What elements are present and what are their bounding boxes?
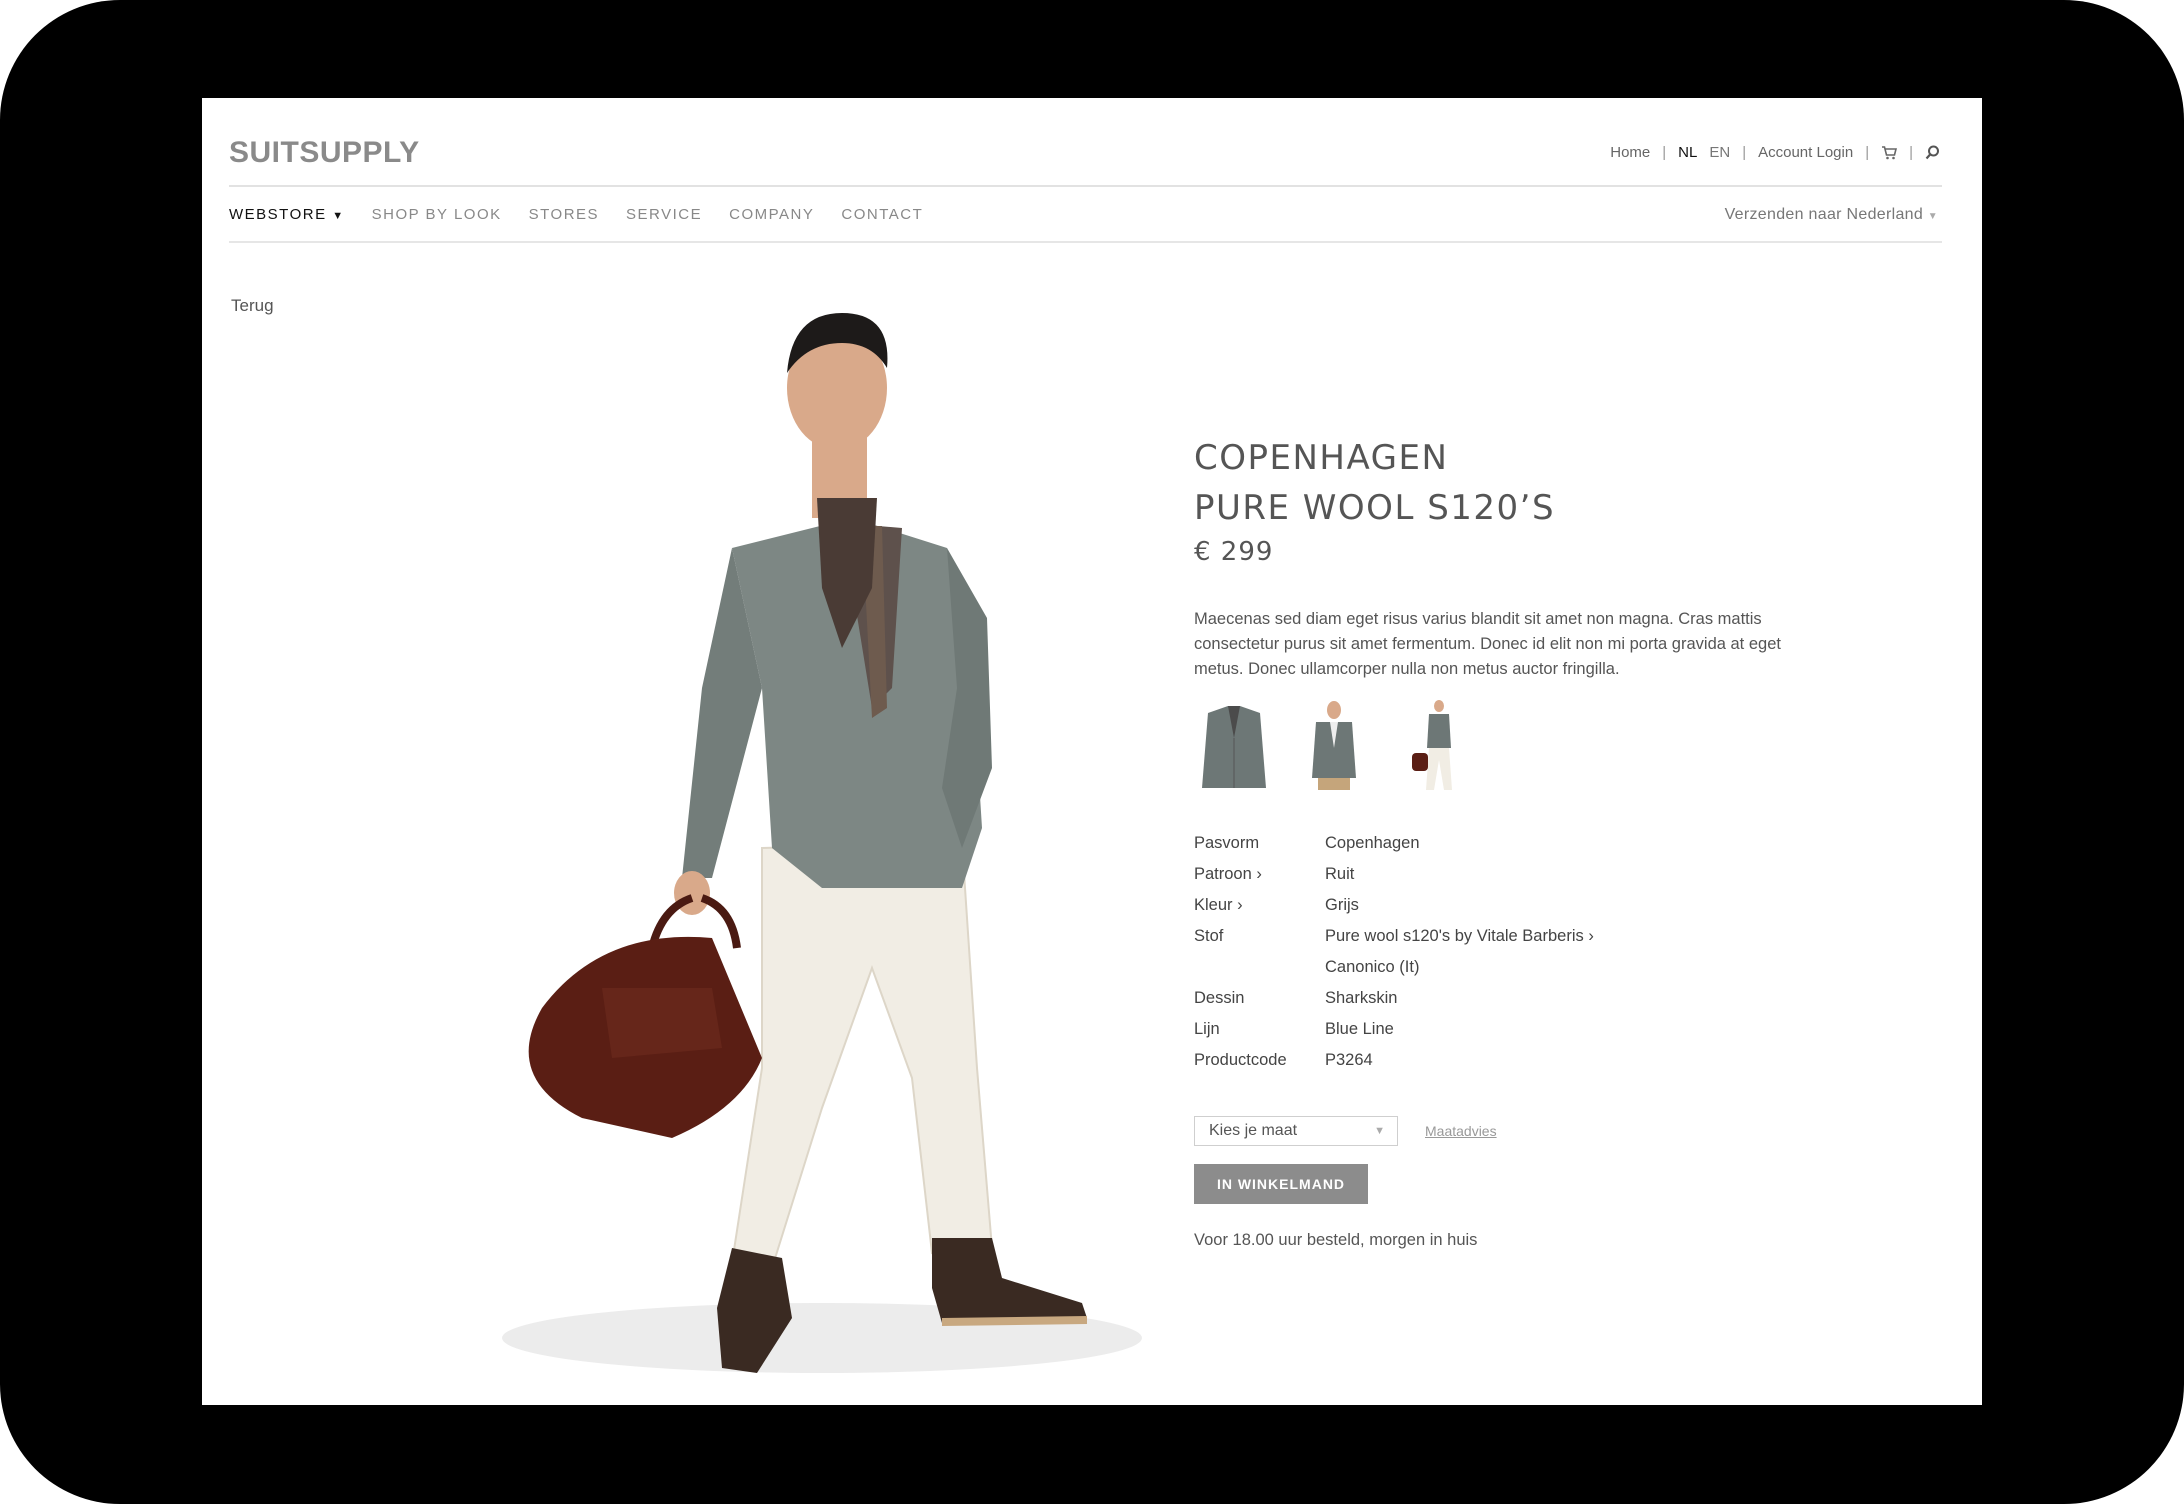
spec-row[interactable]: Kleur › Grijs <box>1194 890 1834 921</box>
chevron-down-icon: ▼ <box>1374 1125 1385 1137</box>
separator: | <box>1909 144 1913 161</box>
brand-logo[interactable]: SUITSUPPLY <box>229 136 420 170</box>
caret-down-icon: ▼ <box>332 210 345 222</box>
search-icon[interactable] <box>1925 145 1940 160</box>
cart-icon[interactable] <box>1881 145 1898 160</box>
browser-screen: SUITSUPPLY Home | NL EN | Account Login … <box>202 98 1982 1405</box>
nav-item-service[interactable]: SERVICE <box>626 206 702 223</box>
nav-item-stores[interactable]: STORES <box>529 206 599 223</box>
nav-item-company[interactable]: COMPANY <box>729 206 814 223</box>
add-to-cart-button[interactable]: IN WINKELMAND <box>1194 1164 1368 1204</box>
product-model-image <box>402 288 1222 1405</box>
back-link[interactable]: Terug <box>231 296 274 316</box>
account-login-link[interactable]: Account Login <box>1758 144 1853 161</box>
size-dropdown[interactable]: Kies je maat ▼ <box>1194 1116 1398 1146</box>
product-specs: Pasvorm Copenhagen Patroon › Ruit Kleur › G… <box>1194 828 1834 1076</box>
delivery-note: Voor 18.00 uur besteld, morgen in huis <box>1194 1231 1478 1249</box>
main-nav: WEBSTORE ▼ SHOP BY LOOK STORES SERVICE C… <box>229 206 923 223</box>
utility-nav: Home | NL EN | Account Login | | <box>1610 144 1940 161</box>
product-details: COPENHAGEN PURE WOOL S120’S € 299 Maecen… <box>1194 433 1834 1250</box>
nav-item-contact[interactable]: CONTACT <box>841 206 923 223</box>
separator: | <box>1742 144 1747 161</box>
nav-divider <box>229 241 1942 243</box>
spec-row: Pasvorm Copenhagen <box>1194 834 1420 852</box>
product-price: € 299 <box>1194 537 1274 567</box>
lang-nl-link[interactable]: NL <box>1678 144 1697 161</box>
nav-item-shop-by-look[interactable]: SHOP BY LOOK <box>372 206 502 223</box>
caret-down-icon: ▼ <box>1927 211 1938 222</box>
spec-row: Stof Pure wool s120's by Vitale Barberis … <box>1194 927 1594 945</box>
spec-row: Canonico (It) <box>1325 958 1420 976</box>
product-title: COPENHAGEN PURE WOOL S120’S <box>1194 438 1556 528</box>
shipping-country-select[interactable]: Verzenden naar Nederland ▼ <box>1725 206 1938 224</box>
separator: | <box>1865 144 1870 161</box>
size-advice-link[interactable]: Maatadvies <box>1425 1123 1497 1139</box>
product-description: Maecenas sed diam eget risus varius blan… <box>1194 610 1781 678</box>
home-link[interactable]: Home <box>1610 144 1650 161</box>
tablet-bezel: SUITSUPPLY Home | NL EN | Account Login … <box>0 0 2184 1504</box>
spec-row: Lijn Blue Line <box>1194 1020 1394 1038</box>
spec-row: Dessin Sharkskin <box>1194 989 1398 1007</box>
product-thumbnails <box>1194 698 1834 798</box>
spec-row: Productcode P3264 <box>1194 1051 1373 1069</box>
thumbnail-jacket-worn[interactable] <box>1294 698 1374 798</box>
thumbnail-full-look[interactable] <box>1394 698 1474 798</box>
size-selection: Kies je maat ▼ Maatadvies <box>1194 1116 1834 1146</box>
spec-row[interactable]: Patroon › Ruit <box>1194 859 1834 890</box>
lang-en-link[interactable]: EN <box>1709 144 1730 161</box>
nav-item-webstore[interactable]: WEBSTORE ▼ <box>229 206 345 223</box>
separator: | <box>1662 144 1667 161</box>
header-divider <box>229 185 1942 187</box>
thumbnail-jacket-front[interactable] <box>1194 698 1274 798</box>
